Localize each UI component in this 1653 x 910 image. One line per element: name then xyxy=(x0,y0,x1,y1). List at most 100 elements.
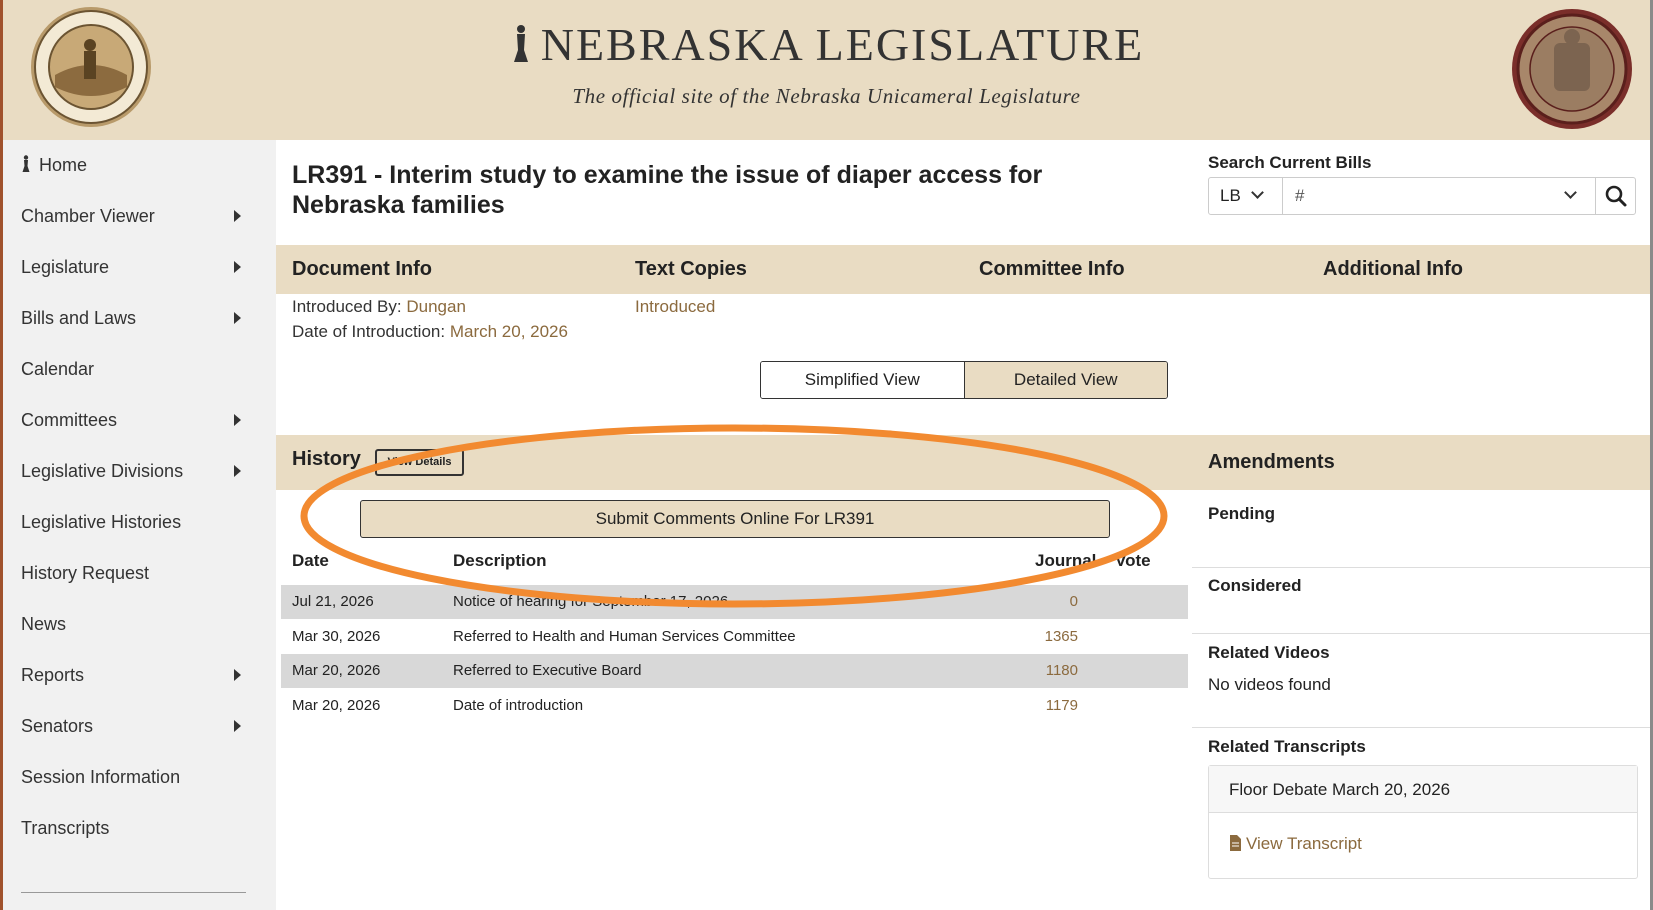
document-icon xyxy=(1230,835,1241,851)
page-title: LR391 - Interim study to examine the iss… xyxy=(292,161,1043,219)
row-description: Referred to Executive Board xyxy=(453,662,642,679)
column-header-vote: Vote xyxy=(1115,551,1151,570)
transcript-title: Floor Debate March 20, 2026 xyxy=(1209,766,1637,813)
history-heading: History xyxy=(292,448,361,470)
sidebar-item-reports[interactable]: Reports xyxy=(21,655,251,695)
sidebar-divider xyxy=(21,892,246,893)
column-header-description: Description xyxy=(453,551,547,570)
site-subtitle: The official site of the Nebraska Unicam… xyxy=(572,84,1081,108)
row-journal-link[interactable]: 0 xyxy=(1070,585,1078,619)
sidebar-item-label: Session Information xyxy=(21,767,181,787)
sidebar-item-chamber-viewer[interactable]: Chamber Viewer xyxy=(21,196,251,236)
caret-right-icon xyxy=(234,669,241,681)
sidebar-item-label: Bills and Laws xyxy=(21,308,137,328)
search-label: Search Current Bills xyxy=(1208,153,1372,172)
caret-right-icon xyxy=(234,720,241,732)
sidebar-item-legislative-histories[interactable]: Legislative Histories xyxy=(21,502,251,542)
search-button[interactable] xyxy=(1595,178,1635,214)
amendments-heading: Amendments xyxy=(1208,451,1335,473)
related-videos-heading: Related Videos xyxy=(1208,643,1330,662)
home-statue-icon xyxy=(22,155,30,172)
table-row: Jul 21, 2026 Notice of hearing for Septe… xyxy=(281,585,1188,619)
site-title[interactable]: NEBRASKA LEGISLATURE xyxy=(3,18,1650,71)
sidebar-item-senators[interactable]: Senators xyxy=(21,706,251,746)
sidebar-item-legislative-divisions[interactable]: Legislative Divisions xyxy=(21,451,251,491)
row-description: Date of introduction xyxy=(453,697,584,714)
row-journal-link[interactable]: 1179 xyxy=(1046,689,1078,723)
sidebar-nav: Home Chamber Viewer Legislature Bills an… xyxy=(3,140,276,910)
row-journal-link[interactable]: 1365 xyxy=(1045,620,1078,654)
transcript-card: Floor Debate March 20, 2026 View Transcr… xyxy=(1208,765,1638,879)
column-header-date: Date xyxy=(292,551,329,570)
view-transcript-label: View Transcript xyxy=(1246,834,1362,853)
row-description: Notice of hearing for September 17, 2026 xyxy=(453,593,729,610)
divider xyxy=(1192,567,1650,568)
table-row: Mar 30, 2026 Referred to Health and Huma… xyxy=(281,620,1188,654)
divider xyxy=(1192,633,1650,634)
introduced-by-label: Introduced By: xyxy=(292,297,402,316)
document-info-bar: Document Info Text Copies Committee Info… xyxy=(276,245,1650,294)
sidebar-item-history-request[interactable]: History Request xyxy=(21,553,251,593)
date-of-introduction-value: March 20, 2026 xyxy=(449,322,568,341)
row-date: Jul 21, 2026 xyxy=(292,593,374,610)
sidebar-item-label: Legislative Histories xyxy=(21,512,182,532)
sidebar-item-legislature[interactable]: Legislature xyxy=(21,247,251,287)
sidebar-item-calendar[interactable]: Calendar xyxy=(21,349,251,389)
introducer-link[interactable]: Dungan xyxy=(406,297,466,316)
committee-info-heading: Committee Info xyxy=(979,258,1125,280)
sidebar-item-label: Senators xyxy=(21,716,94,736)
bill-number-input[interactable]: # xyxy=(1284,178,1594,214)
simplified-view-button[interactable]: Simplified View xyxy=(761,362,965,398)
bill-type-value: LB xyxy=(1220,186,1241,205)
site-title-text: NEBRASKA LEGISLATURE xyxy=(540,19,1145,70)
text-copy-introduced-link[interactable]: Introduced xyxy=(635,297,715,317)
sidebar-item-committees[interactable]: Committees xyxy=(21,400,251,440)
caret-right-icon xyxy=(234,210,241,222)
sidebar-item-transcripts[interactable]: Transcripts xyxy=(21,808,251,848)
related-transcripts-heading: Related Transcripts xyxy=(1208,737,1366,756)
sidebar-item-bills-and-laws[interactable]: Bills and Laws xyxy=(21,298,251,338)
text-copies-heading: Text Copies xyxy=(635,258,747,280)
row-date: Mar 30, 2026 xyxy=(292,628,381,645)
site-header: NEBRASKA LEGISLATURE The official site o… xyxy=(3,0,1650,140)
sidebar-item-label: Chamber Viewer xyxy=(21,206,155,226)
date-of-introduction: Date of Introduction: March 20, 2026 xyxy=(292,322,568,342)
detailed-view-button[interactable]: Detailed View xyxy=(964,362,1167,398)
row-journal-link[interactable]: 1180 xyxy=(1046,654,1078,688)
column-header-journal: Journal xyxy=(1035,551,1097,570)
sidebar-item-news[interactable]: News xyxy=(21,604,251,644)
search-icon xyxy=(1605,185,1627,207)
introduced-by: Introduced By: Dungan xyxy=(292,297,466,317)
row-description: Referred to Health and Human Services Co… xyxy=(453,628,796,645)
table-row: Mar 20, 2026 Referred to Executive Board… xyxy=(281,654,1188,688)
legislature-seal-icon[interactable] xyxy=(1510,7,1634,131)
sidebar-item-label: Home xyxy=(39,155,88,175)
row-date: Mar 20, 2026 xyxy=(292,662,381,679)
additional-info-heading: Additional Info xyxy=(1323,258,1463,280)
table-row: Mar 20, 2026 Date of introduction 1179 xyxy=(281,689,1188,723)
sidebar-item-label: Calendar xyxy=(21,359,95,379)
sidebar-item-label: Committees xyxy=(21,410,118,430)
date-of-introduction-label: Date of Introduction: xyxy=(292,322,446,341)
sidebar-item-home[interactable]: Home xyxy=(21,145,251,185)
considered-heading: Considered xyxy=(1208,576,1302,595)
view-details-button[interactable]: View Details xyxy=(375,449,464,476)
bill-number-value: # xyxy=(1295,186,1305,205)
sidebar-item-label: Reports xyxy=(21,665,85,685)
caret-right-icon xyxy=(234,312,241,324)
history-amendments-bar: Amendments xyxy=(276,435,1650,490)
bill-type-select[interactable]: LB xyxy=(1209,178,1283,214)
sidebar-item-label: History Request xyxy=(21,563,150,583)
pending-heading: Pending xyxy=(1208,504,1276,523)
chevron-down-icon xyxy=(1251,186,1264,199)
view-transcript-link[interactable]: View Transcript xyxy=(1229,834,1362,854)
submit-comments-button[interactable]: Submit Comments Online For LR391 xyxy=(360,500,1110,538)
sidebar-item-session-information[interactable]: Session Information xyxy=(21,757,251,797)
divider xyxy=(1192,727,1650,728)
no-videos-text: No videos found xyxy=(1208,675,1331,694)
row-date: Mar 20, 2026 xyxy=(292,697,381,714)
caret-right-icon xyxy=(234,261,241,273)
sower-figure-icon xyxy=(513,25,528,62)
sidebar-item-label: Legislative Divisions xyxy=(21,461,184,481)
caret-right-icon xyxy=(234,414,241,426)
